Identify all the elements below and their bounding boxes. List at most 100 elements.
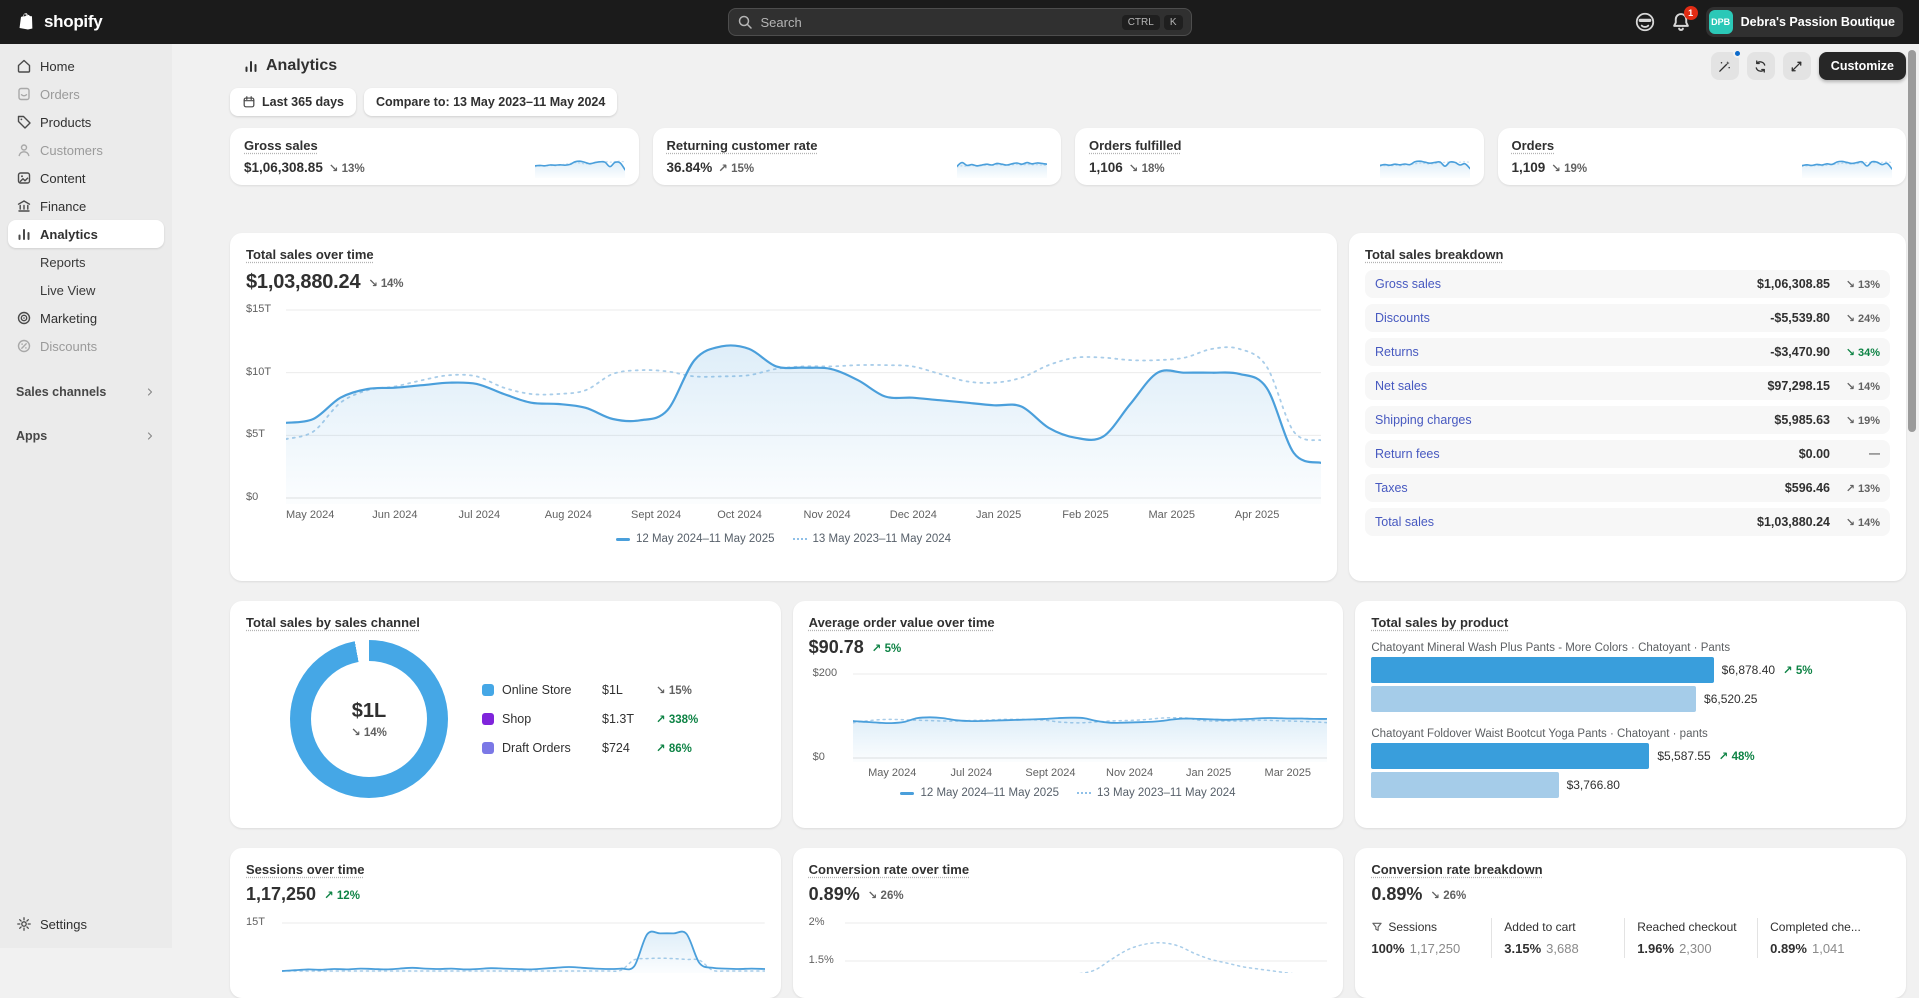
funnel-step-sessions: Sessions 100%1,17,250 [1371,918,1491,958]
card-title[interactable]: Average order value over time [809,615,995,630]
chevron-right-icon [144,430,156,442]
y-tick: $5T [246,428,265,440]
metric-value: $1,06,308.85 [244,160,323,175]
product-bar-current [1371,657,1713,683]
y-tick: 15T [246,916,265,928]
sidebar-label: Live View [40,283,95,298]
sidebar-item-orders[interactable]: Orders [8,80,164,108]
conversion-breakdown-value: 0.89% [1371,884,1422,905]
person-icon [16,142,32,158]
page-scrollbar[interactable] [1908,50,1916,432]
chart-legend: 12 May 2024–11 May 2025 13 May 2023–11 M… [246,533,1321,545]
sidebar-item-reports[interactable]: Reports [8,248,164,276]
metric-title[interactable]: Orders [1512,138,1555,153]
sidebar-item-content[interactable]: Content [8,164,164,192]
y-tick: $0 [246,491,258,503]
sidebar-label: Analytics [40,227,98,242]
card-title[interactable]: Conversion rate breakdown [1371,862,1542,877]
aov-line-chart [853,666,1328,762]
card-title[interactable]: Total sales breakdown [1365,247,1503,262]
conversion-breakdown-delta: ↘ 26% [1430,888,1466,902]
legend-swatch [482,742,494,754]
assistant-magic-button[interactable] [1711,52,1739,80]
store-switcher[interactable]: DPB Debra's Passion Boutique [1706,7,1903,37]
total-sales-delta: ↘ 14% [368,276,403,290]
sidebar-label: Finance [40,199,86,214]
discount-icon [16,338,32,354]
orders-icon [16,86,32,102]
legend-swatch [482,684,494,696]
metric-card-returning-customer-rate: Returning customer rate 36.84% ↗ 15% [653,128,1062,185]
sparkline-chart [1802,152,1892,178]
sidebar-item-settings[interactable]: Settings [8,910,164,938]
breakdown-link[interactable]: Discounts [1375,311,1770,325]
funnel-step-reached-checkout: Reached checkout 1.96%2,300 [1624,918,1757,958]
metric-title[interactable]: Returning customer rate [667,138,818,153]
date-range-filter[interactable]: Last 365 days [230,88,356,116]
sidebar-item-discounts[interactable]: Discounts [8,332,164,360]
sidebar-item-products[interactable]: Products [8,108,164,136]
metric-value: 1,109 [1512,160,1546,175]
breakdown-link[interactable]: Net sales [1375,379,1767,393]
product-label: Chatoyant Foldover Waist Bootcut Yoga Pa… [1371,728,1890,740]
breakdown-link[interactable]: Return fees [1375,447,1799,461]
card-title[interactable]: Total sales by product [1371,615,1508,630]
sidebar-item-finance[interactable]: Finance [8,192,164,220]
y-tick: $0 [813,751,825,763]
sidebar-section-apps[interactable]: Apps [8,424,164,448]
breakdown-row: Return fees $0.00 — [1365,440,1890,468]
breakdown-row: Gross sales $1,06,308.85 ↘ 13% [1365,270,1890,298]
customize-button[interactable]: Customize [1819,52,1906,80]
sidebar-section-sales-channels[interactable]: Sales channels [8,380,164,404]
breakdown-link[interactable]: Returns [1375,345,1770,359]
metric-title[interactable]: Gross sales [244,138,318,153]
section-label: Sales channels [16,385,106,399]
expand-button[interactable] [1783,52,1811,80]
search-placeholder: Search [761,15,802,30]
breakdown-link[interactable]: Gross sales [1375,277,1757,291]
sidebar-item-home[interactable]: Home [8,52,164,80]
breakdown-link[interactable]: Total sales [1375,515,1757,529]
breakdown-link[interactable]: Shipping charges [1375,413,1774,427]
product-label: Chatoyant Mineral Wash Plus Pants - More… [1371,642,1890,654]
sidebar-item-customers[interactable]: Customers [8,136,164,164]
metric-delta: ↗ 15% [718,161,754,175]
search-icon [737,14,753,30]
home-icon [16,58,32,74]
sidebar-label: Products [40,115,91,130]
product-bar-previous [1371,772,1558,798]
sidebar-label: Orders [40,87,80,102]
key-k: K [1164,15,1183,30]
funnel-step-added-to-cart: Added to cart 3.15%3,688 [1491,918,1624,958]
x-axis: May 2024Jun 2024 Jul 2024Aug 2024 Sept 2… [246,509,1321,521]
card-title[interactable]: Sessions over time [246,862,365,877]
search-input[interactable]: Search CTRL K [728,8,1192,36]
sidebar-item-analytics[interactable]: Analytics [8,220,164,248]
donut-center-value: $1L [352,700,386,723]
y-tick: 2% [809,916,825,928]
card-title[interactable]: Total sales by sales channel [246,615,420,630]
breakdown-link[interactable]: Taxes [1375,481,1785,495]
sessions-delta: ↗ 12% [324,888,360,902]
sidebar-item-marketing[interactable]: Marketing [8,304,164,332]
shopify-logo[interactable]: shopify [16,11,102,33]
product-group: Chatoyant Mineral Wash Plus Pants - More… [1371,642,1890,712]
section-label: Apps [16,429,47,443]
refresh-button[interactable] [1747,52,1775,80]
sidebar-label: Content [40,171,86,186]
bar-chart-icon [16,226,32,242]
media-icon [16,170,32,186]
conversion-funnel: Sessions 100%1,17,250 Added to cart 3.15… [1371,918,1890,958]
sidebar-label: Customers [40,143,103,158]
sidebar-item-live-view[interactable]: Live View [8,276,164,304]
card-title[interactable]: Conversion rate over time [809,862,969,877]
card-title[interactable]: Total sales over time [246,247,374,262]
notifications-bell-icon[interactable]: 1 [1670,11,1692,33]
sidekick-icon[interactable] [1634,11,1656,33]
breakdown-row: Net sales $97,298.15 ↘ 14% [1365,372,1890,400]
total-sales-line-chart [286,304,1321,504]
compare-filter[interactable]: Compare to: 13 May 2023–11 May 2024 [364,88,617,116]
calendar-icon [242,95,256,109]
metric-title[interactable]: Orders fulfilled [1089,138,1181,153]
metric-delta: ↘ 13% [329,161,365,175]
